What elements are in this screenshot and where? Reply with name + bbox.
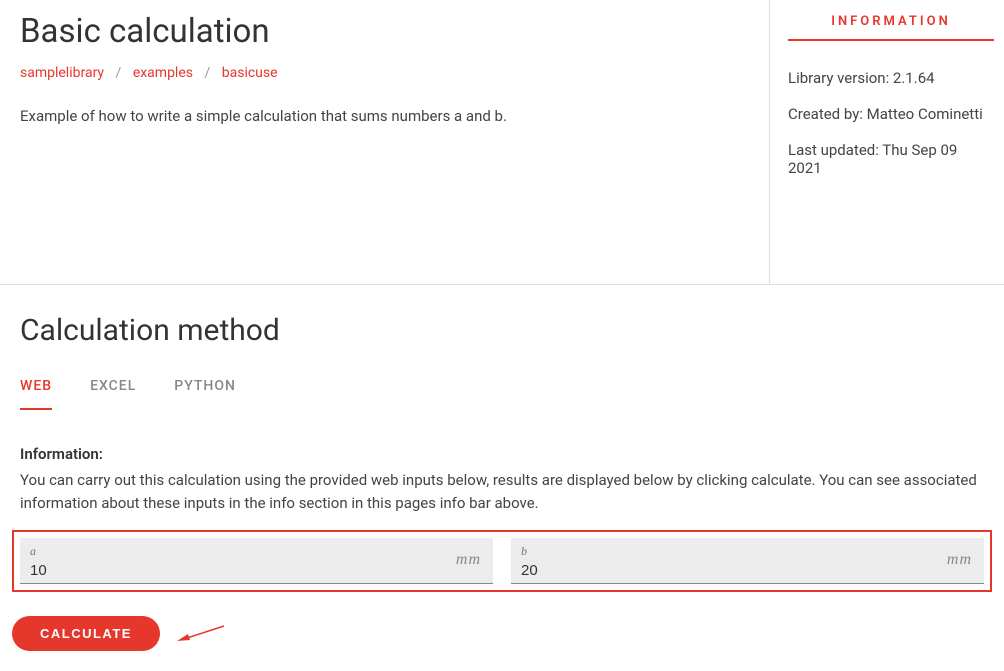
calculate-button[interactable]: CALCULATE	[12, 616, 160, 651]
input-a-label: a	[30, 544, 483, 559]
input-a[interactable]	[30, 562, 392, 579]
tab-python[interactable]: PYTHON	[174, 378, 236, 410]
input-b-unit: mm	[947, 551, 972, 569]
page-description: Example of how to write a simple calcula…	[20, 105, 749, 128]
breadcrumb-sep: /	[204, 65, 210, 81]
tab-bar: WEB EXCEL PYTHON	[20, 378, 984, 411]
info-heading: INFORMATION	[788, 14, 994, 41]
input-b-label: b	[521, 544, 974, 559]
input-b[interactable]	[521, 562, 883, 579]
information-subhead: Information:	[20, 445, 984, 463]
information-text: You can carry out this calculation using…	[20, 469, 984, 516]
input-a-field[interactable]: a mm	[20, 538, 493, 584]
tab-web[interactable]: WEB	[20, 378, 52, 410]
breadcrumb: samplelibrary / examples / basicuse	[20, 65, 749, 81]
input-b-field[interactable]: b mm	[511, 538, 984, 584]
input-a-unit: mm	[456, 551, 481, 569]
method-title: Calculation method	[20, 313, 984, 348]
library-version: Library version: 2.1.64	[788, 69, 994, 87]
input-row: a mm b mm	[12, 530, 992, 592]
page-title: Basic calculation	[20, 12, 749, 51]
breadcrumb-item-1[interactable]: examples	[133, 65, 193, 81]
breadcrumb-sep: /	[116, 65, 122, 81]
created-by: Created by: Matteo Cominetti	[788, 105, 994, 123]
tab-excel[interactable]: EXCEL	[90, 378, 136, 410]
last-updated: Last updated: Thu Sep 09 2021	[788, 141, 994, 177]
breadcrumb-item-0[interactable]: samplelibrary	[20, 65, 104, 81]
breadcrumb-item-2[interactable]: basicuse	[222, 65, 278, 81]
info-panel: INFORMATION Library version: 2.1.64 Crea…	[769, 0, 1004, 284]
arrow-icon	[174, 622, 226, 644]
